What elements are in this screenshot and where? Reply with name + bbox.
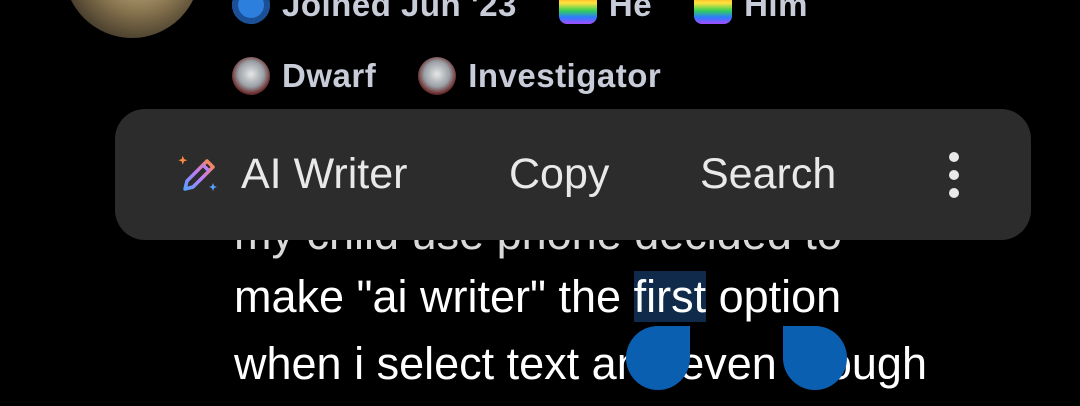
more-vert-icon-dot	[949, 169, 959, 180]
badge-dwarf[interactable]: Dwarf	[232, 57, 376, 95]
text-before-selection: make "ai writer" the	[234, 271, 634, 322]
selected-text[interactable]: first	[633, 271, 707, 322]
copy-label: Copy	[509, 150, 610, 198]
ai-writer-label: AI Writer	[241, 150, 408, 198]
ai-writer-icon	[178, 155, 217, 191]
badge-label: Investigator	[468, 57, 662, 94]
pride-flag-icon	[694, 0, 733, 24]
more-vert-icon	[949, 151, 959, 162]
search-label: Search	[700, 150, 837, 198]
selection-end-handle[interactable]	[783, 326, 847, 390]
post-text-line-1[interactable]: make "ai writer" the first option	[234, 271, 841, 323]
profile-badges-row-1: Joined Jun '23 He Him	[232, 0, 850, 24]
badge-joined[interactable]: Joined Jun '23	[232, 0, 517, 24]
text-after-selection: option	[706, 271, 842, 322]
badge-label: Dwarf	[282, 57, 377, 94]
badge-pronoun-he[interactable]: He	[558, 0, 653, 24]
text-selection-toolbar: AI Writer Copy Search	[115, 109, 1031, 240]
more-vert-icon-dot	[949, 187, 959, 198]
avatar-badge-icon	[232, 57, 270, 95]
avatar-badge-icon	[418, 57, 457, 95]
pride-flag-icon	[558, 0, 597, 24]
badge-label: He	[608, 0, 653, 23]
joined-icon	[232, 0, 270, 24]
more-options-button[interactable]	[937, 109, 971, 240]
selection-start-handle[interactable]	[626, 326, 690, 390]
badge-label: Joined Jun '23	[282, 0, 517, 23]
user-avatar[interactable]	[64, 0, 200, 38]
profile-badges-row-2: Dwarf Investigator	[232, 57, 703, 95]
copy-button[interactable]: Copy	[509, 109, 609, 240]
ai-writer-button[interactable]: AI Writer	[177, 109, 407, 240]
badge-pronoun-him[interactable]: Him	[694, 0, 808, 24]
search-button[interactable]: Search	[700, 109, 836, 240]
badge-investigator[interactable]: Investigator	[418, 57, 661, 95]
badge-label: Him	[744, 0, 808, 23]
